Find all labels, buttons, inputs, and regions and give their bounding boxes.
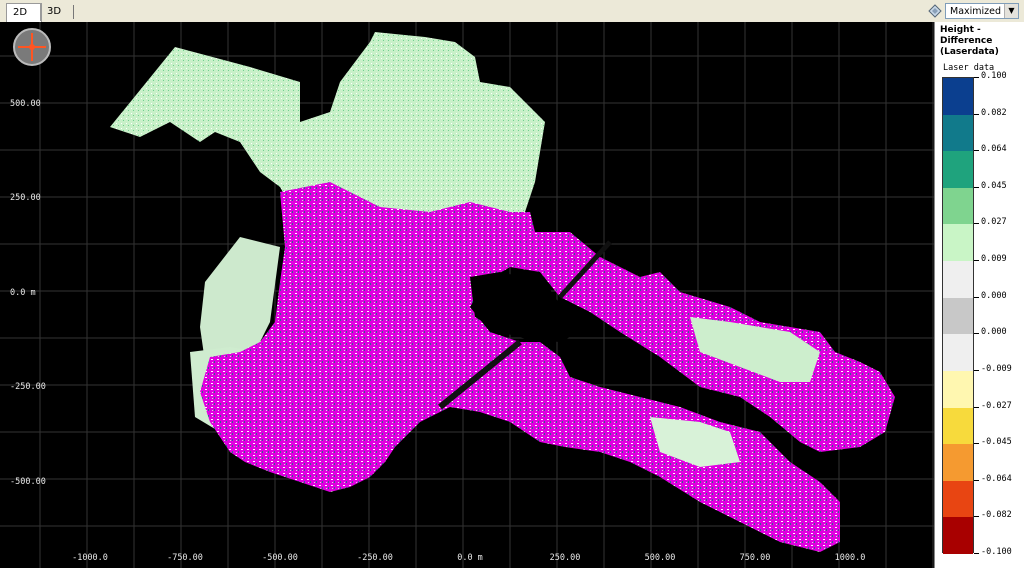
x-tick-label: -500.00 [262,553,298,563]
legend-swatch [943,187,973,225]
tab-3d[interactable]: 3D [40,3,73,21]
legend-tick [974,516,979,518]
map-viewport[interactable]: -1000.0 -750.00 -500.00 -250.00 0.0 m 250.00 5… [0,22,934,568]
legend-tick [974,479,979,481]
x-tick-label: -250.00 [357,553,393,563]
legend-value-label: 0.000 [981,290,1007,301]
legend-value-label: 0.045 [981,180,1007,191]
legend-tick [974,186,979,188]
legend-swatch [943,261,973,299]
x-axis-ticks: -1000.0 -750.00 -500.00 -250.00 0.0 m 250.00 5… [72,553,865,563]
legend-tick [974,296,979,298]
legend-panel: Height - Difference (Laserdata) Laser da… [934,22,1024,568]
view-mode-select[interactable]: Maximized ▼ [945,3,1019,19]
legend-swatch [943,480,973,518]
legend-swatch [943,151,973,189]
legend-tick [974,113,979,115]
legend-value-label: 0.009 [981,254,1007,265]
view-mode-value: Maximized [950,6,1002,17]
legend-value-label: -0.064 [981,473,1012,484]
legend-value-label: -0.082 [981,510,1012,521]
diamond-view-icon[interactable] [928,4,942,18]
y-tick-label: 500.00 [10,99,41,109]
legend-value-label: 0.100 [981,71,1007,81]
legend-tick [974,553,979,554]
tab-2d[interactable]: 2D [6,3,42,22]
legend-tick [974,443,979,445]
legend-tick [974,406,979,408]
legend-swatch [943,517,973,555]
tab-divider [73,5,74,19]
legend-value-label: 0.082 [981,107,1007,118]
chevron-down-icon[interactable]: ▼ [1004,4,1018,18]
legend-tick [974,333,979,335]
x-tick-label: -750.00 [167,553,203,563]
legend-swatch [943,78,973,116]
legend-swatch [943,407,973,445]
legend-value-label: -0.100 [981,547,1012,557]
legend-swatch [943,114,973,152]
legend-title: Height - Difference (Laserdata) [940,25,999,57]
legend-swatch [943,370,973,409]
legend-color-bar [942,77,974,555]
legend-value-label: -0.009 [981,363,1012,374]
legend-value-label: 0.064 [981,144,1007,155]
legend-value-label: -0.045 [981,437,1012,448]
x-tick-label: 0.0 m [457,553,483,563]
legend-tick [974,369,979,371]
x-tick-label: -1000.0 [72,553,108,563]
y-tick-label: 0.0 m [10,288,36,298]
app-logo-icon [13,28,51,66]
legend-swatch [943,224,973,262]
y-tick-label: -500.00 [10,477,46,487]
x-tick-label: 750.00 [740,553,771,563]
y-tick-label: -250.00 [10,382,46,392]
legend-swatch [943,297,973,335]
x-tick-label: 1000.0 [835,553,866,563]
legend-swatch [943,334,973,372]
legend-value-label: 0.027 [981,217,1007,228]
legend-value-label: -0.027 [981,400,1012,411]
legend-tick [974,223,979,225]
map-canvas[interactable]: -1000.0 -750.00 -500.00 -250.00 0.0 m 250.00 5… [0,22,934,568]
legend-tick [974,77,979,78]
legend-tick [974,150,979,152]
legend-swatch [943,444,973,482]
legend-tick [974,260,979,262]
top-toolbar: 2D 3D Maximized ▼ [0,0,1024,23]
y-tick-label: 250.00 [10,193,41,203]
x-tick-label: 250.00 [550,553,581,563]
x-tick-label: 500.00 [645,553,676,563]
legend-value-label: 0.000 [981,327,1007,338]
